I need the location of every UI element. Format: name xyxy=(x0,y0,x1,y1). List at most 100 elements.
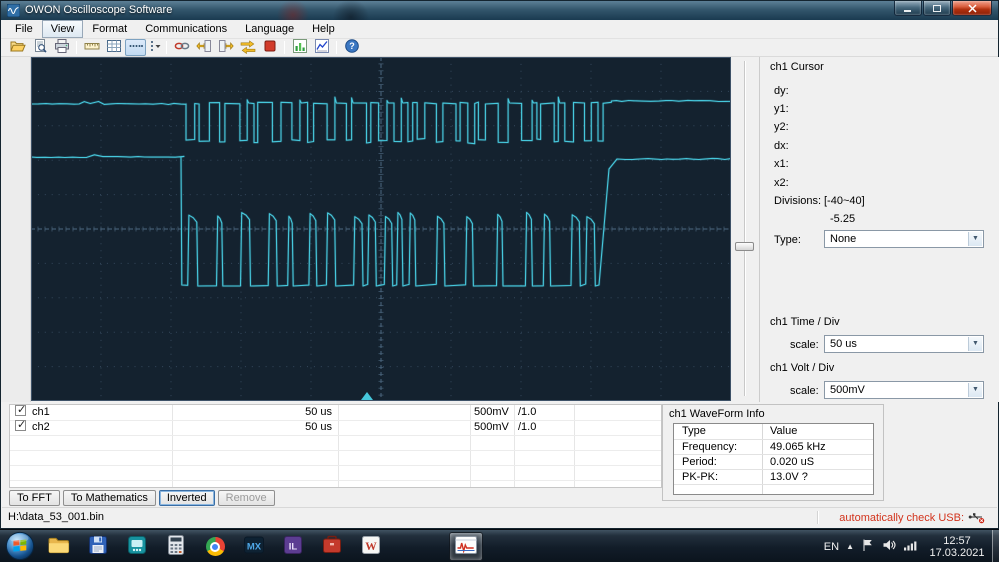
clock[interactable]: 12:57 17.03.2021 xyxy=(925,535,989,559)
toolbar-measure-ruler[interactable] xyxy=(81,39,102,56)
position-slider-handle[interactable] xyxy=(735,242,754,251)
ch1-visible-checkbox[interactable] xyxy=(15,403,26,418)
cursor-type-label: Type: xyxy=(774,234,801,246)
dotted-grid-icon xyxy=(128,38,144,57)
toolbar-waveform-export-blue[interactable] xyxy=(311,39,332,56)
close-button[interactable] xyxy=(952,1,992,16)
taskbar-il-app[interactable]: IL xyxy=(276,532,310,561)
usb-check-status: automatically check USB: xyxy=(839,511,985,524)
taskbar-word-app[interactable]: W xyxy=(354,532,388,561)
toolbar-open-file[interactable] xyxy=(7,39,28,56)
word-app-icon: W xyxy=(360,534,382,559)
svg-text:W: W xyxy=(365,541,377,553)
wf-row-type: Period: xyxy=(682,456,717,468)
menu-view[interactable]: View xyxy=(41,20,84,38)
chrome-icon xyxy=(205,537,225,556)
volt-scale-label: scale: xyxy=(790,385,819,397)
volume-icon[interactable] xyxy=(882,538,896,555)
caption-buttons xyxy=(893,1,992,16)
start-button[interactable] xyxy=(5,531,35,561)
cursor-field-y1: y1: xyxy=(774,103,789,115)
cursor-field-dx: dx: xyxy=(774,140,789,152)
wf-header-value: Value xyxy=(770,425,798,437)
minimize-button[interactable] xyxy=(894,1,922,16)
toolbar-print-preview[interactable] xyxy=(29,39,50,56)
channel-timebase: 50 us xyxy=(305,406,332,418)
stop-transfer-icon xyxy=(262,38,278,57)
scope-canvas xyxy=(31,57,731,401)
cursor-type-value: None xyxy=(830,233,857,245)
menu-format[interactable]: Format xyxy=(83,20,136,38)
ch2-visible-checkbox[interactable] xyxy=(15,418,26,433)
open-file-path: H:\data_53_001.bin xyxy=(8,511,105,523)
usb-check-label: automatically check USB: xyxy=(839,511,964,524)
toolbar-read-from-device[interactable] xyxy=(193,39,214,56)
show-desktop-button[interactable] xyxy=(992,530,999,562)
taskbar-chrome[interactable] xyxy=(198,532,232,561)
maxthon-browser-icon: MX xyxy=(243,534,265,559)
to-fft-button[interactable]: To FFT xyxy=(9,490,60,506)
wf-row-value: 13.0V ? xyxy=(770,471,808,483)
position-slider-track xyxy=(731,57,759,402)
toolbar-separator xyxy=(336,41,337,54)
maximize-button[interactable] xyxy=(923,1,951,16)
wf-row-value: 49.065 kHz xyxy=(770,441,826,453)
toolbar-write-to-device[interactable] xyxy=(215,39,236,56)
row-divider xyxy=(10,480,661,481)
main-area: ch1 Cursor dy: y1: y2: dx: x1: x2: Divisions:… xyxy=(1,57,999,402)
network-icon[interactable] xyxy=(903,538,918,555)
toolbar-help[interactable]: ? xyxy=(341,39,362,56)
toolbar-dotted-grid[interactable] xyxy=(125,39,146,56)
toolbar-auto-transfer[interactable] xyxy=(237,39,258,56)
taskbar-maxthon-browser[interactable]: MX xyxy=(237,532,271,561)
action-center-flag-icon[interactable] xyxy=(861,538,875,555)
write-to-device-icon xyxy=(218,38,234,57)
desktop: OWON Oscilloscope Software File View Forma… xyxy=(0,0,999,562)
time-scale-select[interactable]: 50 us ▼ xyxy=(824,335,984,353)
cursor-field-dy: dy: xyxy=(774,85,789,97)
waveform-info-title: ch1 WaveForm Info xyxy=(669,408,765,420)
taskbar-calculator[interactable] xyxy=(159,532,193,561)
taskbar-owon-oscilloscope[interactable] xyxy=(449,532,483,561)
inverted-button[interactable]: Inverted xyxy=(158,490,215,506)
chevron-down-icon: ▼ xyxy=(968,337,982,351)
menu-help[interactable]: Help xyxy=(303,20,344,38)
taskbar-red-toolbox-app[interactable] xyxy=(315,532,349,561)
windows-explorer-icon xyxy=(47,534,71,559)
channel-table: ch1 50 us 500mV/1.0 ch2 50 us 500mV/1.0 xyxy=(9,403,662,488)
app-window: OWON Oscilloscope Software File View Forma… xyxy=(0,0,999,529)
toolbar-grid-display[interactable] xyxy=(103,39,124,56)
taskbar-media-app[interactable] xyxy=(120,532,154,561)
taskbar-windows-explorer[interactable] xyxy=(42,532,76,561)
cursor-panel-title: ch1 Cursor xyxy=(770,61,824,73)
window-title: OWON Oscilloscope Software xyxy=(25,4,173,16)
waveform-info-panel: ch1 WaveForm Info Type Value Frequency: 49.… xyxy=(662,404,884,501)
taskbar-save-manager[interactable] xyxy=(81,532,115,561)
title-bar[interactable]: OWON Oscilloscope Software xyxy=(1,1,998,20)
row-divider xyxy=(10,435,661,436)
oscilloscope-display[interactable] xyxy=(31,57,731,401)
wf-row-type: Frequency: xyxy=(682,441,738,453)
channel-name: ch2 xyxy=(32,421,50,433)
menu-language[interactable]: Language xyxy=(236,20,303,38)
menu-file[interactable]: File xyxy=(6,20,42,38)
toolbar-connect-device[interactable] xyxy=(171,39,192,56)
to-mathematics-button[interactable]: To Mathematics xyxy=(62,490,156,506)
hidden-icons-arrow[interactable]: ▲ xyxy=(846,542,854,551)
cursor-type-select[interactable]: None ▼ xyxy=(824,230,984,248)
toolbar-print[interactable] xyxy=(51,39,72,56)
wf-row-value: 0.020 uS xyxy=(770,456,815,468)
toolbar-separator xyxy=(166,41,167,54)
volt-scale-select[interactable]: 500mV ▼ xyxy=(824,381,984,399)
clock-date: 17.03.2021 xyxy=(929,546,985,559)
toolbar-waveform-export-green[interactable] xyxy=(289,39,310,56)
toolbar-stop-transfer[interactable] xyxy=(259,39,280,56)
calculator-icon xyxy=(165,534,187,559)
toolbar-display-options[interactable] xyxy=(147,39,162,56)
remove-button[interactable]: Remove xyxy=(217,490,275,506)
language-indicator[interactable]: EN xyxy=(824,541,839,553)
connect-device-icon xyxy=(174,38,190,57)
menu-communications[interactable]: Communications xyxy=(136,20,236,38)
il-app-icon: IL xyxy=(282,534,304,559)
save-manager-icon xyxy=(87,534,109,559)
